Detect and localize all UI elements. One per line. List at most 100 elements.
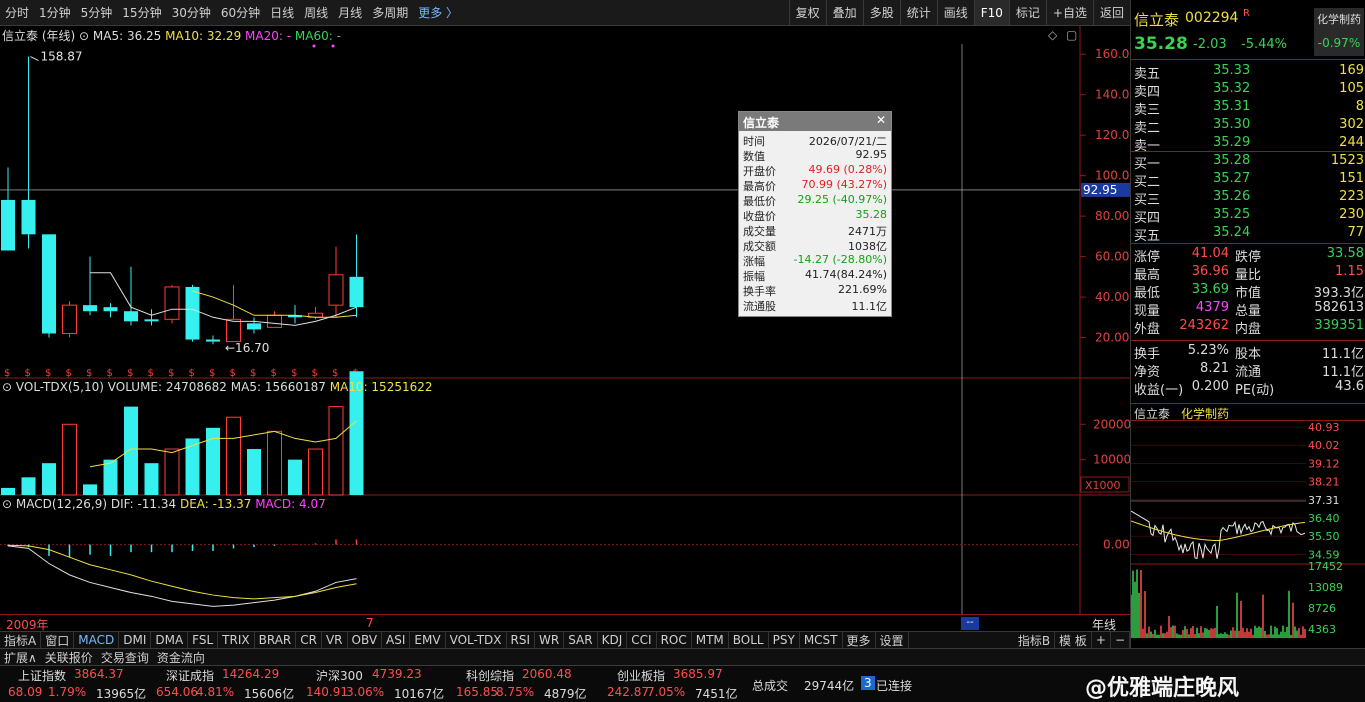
bid-row[interactable]: 买五 35.24 77	[1131, 224, 1365, 244]
indicator-tab[interactable]: MCST	[800, 632, 843, 648]
period-tab[interactable]: 日线	[265, 4, 299, 21]
period-tab[interactable]: 15分钟	[117, 4, 166, 21]
indicator-control[interactable]: 模 板	[1055, 632, 1092, 648]
indicator-tab[interactable]: VOL-TDX	[446, 632, 507, 648]
indicator-tab[interactable]: DMI	[119, 632, 152, 648]
volume-bar	[21, 477, 36, 495]
ask-row[interactable]: 卖一 35.29 244	[1131, 134, 1365, 154]
bottom-tab[interactable]: 资金流向	[153, 649, 209, 666]
ask-row[interactable]: 卖四 35.32 105	[1131, 80, 1365, 100]
indicator-tab[interactable]: RSI	[507, 632, 536, 648]
tooltip-value: 1038亿	[848, 240, 887, 253]
period-tab[interactable]: 5分钟	[76, 4, 118, 21]
period-tab[interactable]: 1分钟	[34, 4, 76, 21]
period-tab[interactable]: 30分钟	[167, 4, 216, 21]
time-mark-label: 7	[366, 616, 374, 630]
indicator-tab[interactable]: 更多	[843, 632, 876, 648]
indicator-tab[interactable]: SAR	[564, 632, 598, 648]
period-tab[interactable]: 多周期	[367, 4, 413, 21]
index-name[interactable]: 上证指数	[18, 667, 66, 684]
volume-bar	[267, 430, 282, 496]
period-tab[interactable]: 更多 〉	[413, 4, 463, 21]
indicator-tab[interactable]: PSY	[769, 632, 800, 648]
indicator-tab[interactable]: VR	[322, 632, 348, 648]
connection-status[interactable]: 已连接	[876, 677, 912, 694]
indicator-tab[interactable]: MTM	[692, 632, 729, 648]
indicator-tab[interactable]: EMV	[410, 632, 446, 648]
ask-row[interactable]: 卖二 35.30 302	[1131, 116, 1365, 136]
diamond-icon[interactable]: ◇	[1048, 28, 1057, 42]
volume-bar	[226, 416, 241, 496]
bottom-tab[interactable]: 关联报价	[41, 649, 97, 666]
index-ticker: 总成交 29744亿 3 已连接 @优雅端庄晚风 上证指数 3864.37 68.0…	[0, 665, 1365, 702]
bid-price: 35.28	[1213, 153, 1251, 168]
dividend-marker: $	[168, 368, 174, 379]
indicator-tab[interactable]: WR	[535, 632, 565, 648]
index-name[interactable]: 科创综指	[466, 667, 514, 684]
intraday-mini-chart[interactable]: 40.9340.0239.1238.2137.3136.4035.5034.59…	[1131, 421, 1365, 639]
indicator-tab[interactable]: BRAR	[255, 632, 297, 648]
square-icon[interactable]: ▢	[1066, 28, 1077, 42]
macd-name: MACD(12,26,9)	[15, 497, 108, 511]
indicator-control[interactable]: −	[1111, 632, 1130, 648]
bottom-tab[interactable]: 扩展∧	[0, 649, 41, 666]
tool-button[interactable]: 复权	[788, 0, 826, 25]
tooltip-row: 数值 92.95	[739, 148, 891, 163]
indicator-tab[interactable]: CR	[296, 632, 322, 648]
indicator-tab[interactable]: 设置	[876, 632, 909, 648]
bottom-tab[interactable]: 交易查询	[97, 649, 153, 666]
close-icon[interactable]: ✕	[876, 113, 886, 127]
indicator-tab[interactable]: TRIX	[218, 632, 255, 648]
indicator-tab[interactable]: BOLL	[729, 632, 769, 648]
volume-bar	[103, 459, 118, 495]
settings-icon[interactable]: ⊙	[2, 380, 12, 394]
tooltip-title: 信立泰	[743, 116, 780, 130]
ask-row[interactable]: 卖五 35.33 169	[1131, 62, 1365, 82]
bid-row[interactable]: 买二 35.27 151	[1131, 170, 1365, 190]
industry-box[interactable]: 化学制药 -0.97%	[1314, 8, 1364, 56]
period-tab[interactable]: 分时	[0, 4, 34, 21]
indicator-tab[interactable]: MACD	[74, 632, 120, 648]
indicator-tab[interactable]: ASI	[382, 632, 411, 648]
indicator-control[interactable]: 指标B	[1014, 632, 1056, 648]
tool-button[interactable]: F10	[973, 0, 1009, 25]
indicator-tab[interactable]: 窗口	[41, 632, 75, 648]
period-tab[interactable]: 月线	[333, 4, 367, 21]
indicator-tab[interactable]: 指标A	[0, 632, 42, 648]
tool-button[interactable]: 返回	[1092, 0, 1130, 25]
index-name[interactable]: 深证成指	[166, 667, 214, 684]
tool-button[interactable]: 多股	[862, 0, 900, 25]
tooltip-value: 49.69 (0.28%)	[808, 163, 887, 176]
indicator-tab[interactable]: ROC	[657, 632, 692, 648]
settings-icon[interactable]: ⊙	[2, 497, 12, 511]
tool-button[interactable]: 标记	[1008, 0, 1046, 25]
period-tab[interactable]: 周线	[299, 4, 333, 21]
kline-chart[interactable]: 160.00 140.00 120.00 100.00 80.00 60.00 40.00 2…	[0, 26, 1137, 614]
dividend-marker: $	[291, 368, 297, 379]
stat-value: 43.6	[1335, 379, 1364, 394]
tool-button[interactable]: 叠加	[825, 0, 863, 25]
bid-row[interactable]: 买四 35.25 230	[1131, 206, 1365, 226]
mini-industry-name[interactable]: 化学制药	[1181, 405, 1229, 422]
tool-button[interactable]: 画线	[936, 0, 974, 25]
bid-row[interactable]: 买三 35.26 223	[1131, 188, 1365, 208]
indicator-tab[interactable]: KDJ	[598, 632, 628, 648]
indicator-tab[interactable]: OBV	[348, 632, 383, 648]
index-name[interactable]: 创业板指	[617, 667, 665, 684]
indicator-tab[interactable]: FSL	[188, 632, 219, 648]
bid-volume: 77	[1347, 225, 1364, 240]
tooltip-key: 最高价	[743, 180, 776, 193]
industry-name: 化学制药	[1317, 13, 1361, 26]
bid-row[interactable]: 买一 35.28 1523	[1131, 152, 1365, 172]
ask-row[interactable]: 卖三 35.31 8	[1131, 98, 1365, 118]
indicator-control[interactable]: +	[1092, 632, 1111, 648]
chart-area[interactable]: 160.00 140.00 120.00 100.00 80.00 60.00 40.00 2…	[0, 26, 1137, 614]
tool-button[interactable]: +自选	[1045, 0, 1093, 25]
indicator-tab[interactable]: DMA	[151, 632, 189, 648]
stats-divider	[1131, 243, 1365, 244]
settings-icon[interactable]: ⊙	[79, 29, 89, 43]
index-name[interactable]: 沪深300	[316, 667, 363, 684]
tool-button[interactable]: 统计	[899, 0, 937, 25]
period-tab[interactable]: 60分钟	[216, 4, 265, 21]
indicator-tab[interactable]: CCI	[627, 632, 657, 648]
